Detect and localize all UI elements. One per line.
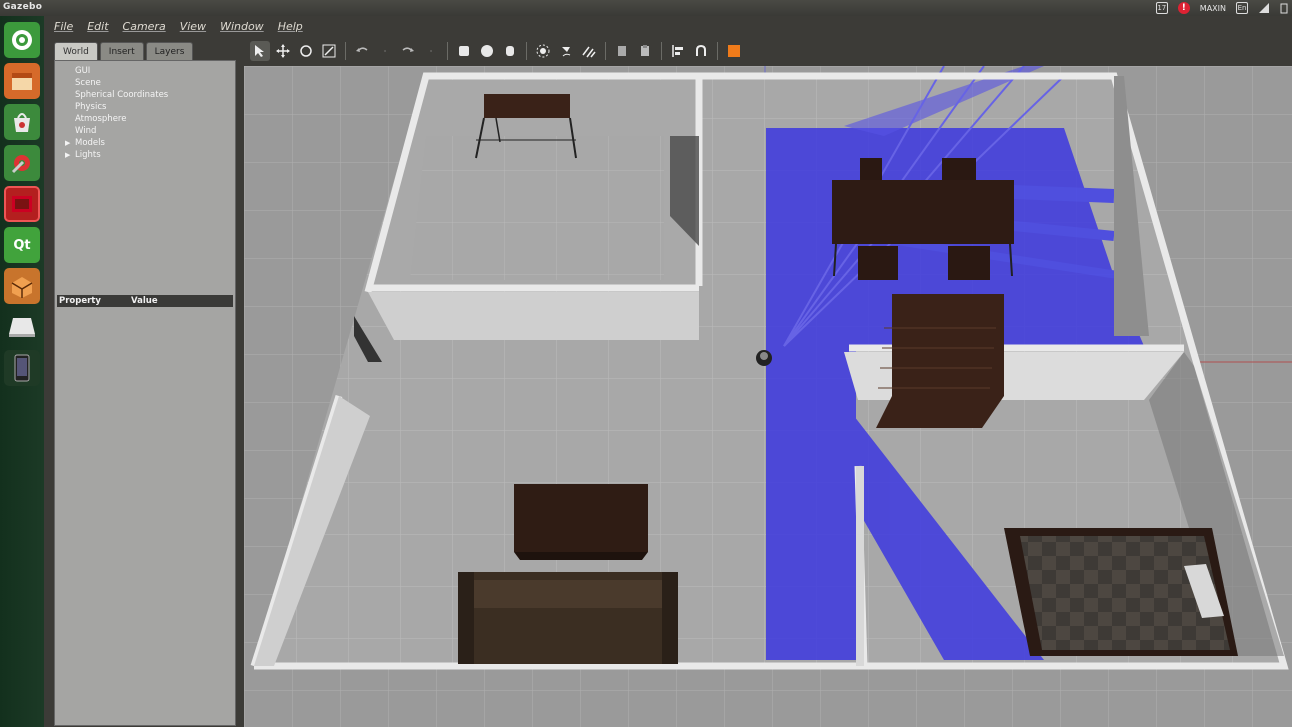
menu-camera[interactable]: Camera [123, 20, 166, 33]
gazebo-window: { "topbar": { "app_title": "Gazebo", "tr… [0, 0, 1292, 727]
tree-item-gui[interactable]: GUI [75, 66, 90, 76]
box-shape-icon[interactable] [454, 41, 474, 61]
files-icon[interactable] [4, 63, 40, 99]
network-icon[interactable] [1258, 2, 1270, 14]
software-center-icon[interactable] [4, 104, 40, 140]
ubuntu-dash-icon[interactable] [4, 22, 40, 58]
bed [1004, 528, 1238, 656]
spot-light-icon[interactable] [556, 41, 576, 61]
tab-layers[interactable]: Layers [145, 42, 194, 60]
toolbar-separator [661, 42, 662, 60]
tab-insert[interactable]: Insert [99, 42, 144, 60]
keyboard-layout-icon[interactable]: En [1236, 2, 1248, 14]
tab-world[interactable]: World [54, 42, 98, 60]
expand-arrow-icon[interactable]: ▶ [65, 151, 70, 159]
menu-window[interactable]: Window [220, 20, 264, 33]
system-tray: 17 ! MAXIN En [1155, 1, 1288, 15]
directional-light-icon[interactable] [579, 41, 599, 61]
scene-viewport[interactable] [244, 65, 1292, 727]
toolbar-separator [717, 42, 718, 60]
tree-item-spherical-coordinates[interactable]: Spherical Coordinates [75, 90, 168, 100]
screenshot-icon[interactable] [724, 41, 744, 61]
launcher: Qt [0, 16, 44, 727]
paste-icon[interactable] [635, 41, 655, 61]
drive-icon[interactable] [4, 309, 40, 345]
scale-icon[interactable] [319, 41, 339, 61]
tree-item-scene[interactable]: Scene [75, 78, 101, 88]
presentation-icon[interactable] [4, 186, 40, 222]
wardrobe [876, 294, 1004, 428]
menu-view[interactable]: View [180, 20, 206, 33]
device-icon[interactable] [4, 350, 40, 386]
tree-item-physics[interactable]: Physics [75, 102, 106, 112]
toolbar-separator [447, 42, 448, 60]
copy-icon[interactable] [612, 41, 632, 61]
snap-icon[interactable] [691, 41, 711, 61]
tree-item-models[interactable]: Models [75, 138, 105, 148]
gazebo-icon[interactable] [4, 268, 40, 304]
app-title: Gazebo [3, 2, 43, 12]
menu-bar: File Edit Camera View Window Help [44, 16, 1292, 36]
tree-item-lights[interactable]: Lights [75, 150, 101, 160]
align-icon[interactable] [668, 41, 688, 61]
sphere-shape-icon[interactable] [477, 41, 497, 61]
user-name[interactable]: MAXIN [1200, 4, 1226, 13]
system-top-bar: Gazebo 17 ! MAXIN En [0, 0, 1292, 16]
qt-creator-icon[interactable]: Qt [4, 227, 40, 263]
cylinder-shape-icon[interactable] [500, 41, 520, 61]
battery-icon[interactable] [1280, 2, 1288, 14]
redo-icon[interactable] [398, 41, 418, 61]
tree-item-atmosphere[interactable]: Atmosphere [75, 114, 126, 124]
menu-edit[interactable]: Edit [87, 20, 108, 33]
redo-dropdown-icon[interactable]: · [421, 41, 441, 61]
rotate-icon[interactable] [296, 41, 316, 61]
scene-toolbar: · · [244, 36, 1292, 66]
undo-icon[interactable] [352, 41, 372, 61]
toolbar-separator [526, 42, 527, 60]
toolbar-separator [345, 42, 346, 60]
alert-icon[interactable]: ! [1177, 2, 1190, 14]
world-tree: GUI Scene Spherical Coordinates Physics … [54, 60, 236, 726]
system-settings-icon[interactable] [4, 145, 40, 181]
menu-help[interactable]: Help [278, 20, 303, 33]
toolbar-separator [605, 42, 606, 60]
robot[interactable] [756, 350, 772, 366]
property-column-label: Property [59, 296, 101, 306]
translate-icon[interactable] [273, 41, 293, 61]
sofa [458, 572, 678, 664]
menu-file[interactable]: File [54, 20, 73, 33]
tree-item-wind[interactable]: Wind [75, 126, 96, 136]
calendar-icon[interactable]: 17 [1155, 2, 1168, 14]
panel-tabs: World Insert Layers [54, 42, 194, 60]
expand-arrow-icon[interactable]: ▶ [65, 139, 70, 147]
point-light-icon[interactable] [533, 41, 553, 61]
coffee-table [514, 484, 648, 560]
select-arrow-icon[interactable] [250, 41, 270, 61]
property-header: Property Value [57, 295, 233, 307]
scene-render [244, 65, 1292, 727]
left-panel: World Insert Layers GUI Scene Spherical … [44, 36, 244, 727]
undo-dropdown-icon[interactable]: · [375, 41, 395, 61]
value-column-label: Value [131, 296, 158, 306]
